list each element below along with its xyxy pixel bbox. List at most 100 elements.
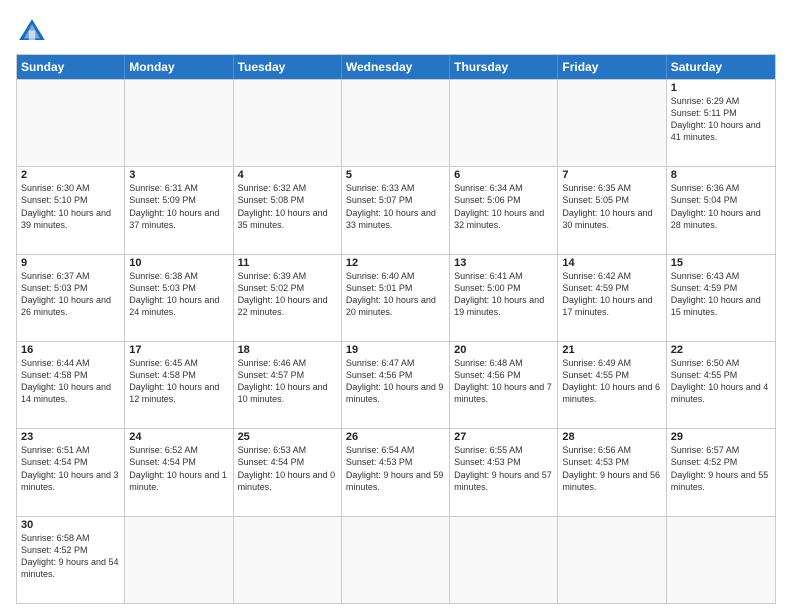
calendar-cell: 2Sunrise: 6:30 AMSunset: 5:10 PMDaylight…	[17, 167, 125, 253]
day-number: 1	[671, 82, 771, 94]
day-info: Sunrise: 6:45 AMSunset: 4:58 PMDaylight:…	[129, 357, 228, 406]
day-info: Sunrise: 6:41 AMSunset: 5:00 PMDaylight:…	[454, 270, 553, 319]
logo	[16, 16, 52, 48]
day-info: Sunrise: 6:49 AMSunset: 4:55 PMDaylight:…	[562, 357, 661, 406]
calendar-cell: 30Sunrise: 6:58 AMSunset: 4:52 PMDayligh…	[17, 517, 125, 603]
day-info: Sunrise: 6:40 AMSunset: 5:01 PMDaylight:…	[346, 270, 445, 319]
calendar-cell	[342, 517, 450, 603]
day-number: 27	[454, 431, 553, 443]
weekday-header: Friday	[558, 55, 666, 79]
calendar-row: 30Sunrise: 6:58 AMSunset: 4:52 PMDayligh…	[17, 516, 775, 603]
calendar-cell: 8Sunrise: 6:36 AMSunset: 5:04 PMDaylight…	[667, 167, 775, 253]
calendar-cell	[558, 80, 666, 166]
day-info: Sunrise: 6:43 AMSunset: 4:59 PMDaylight:…	[671, 270, 771, 319]
day-number: 26	[346, 431, 445, 443]
calendar-cell	[558, 517, 666, 603]
page: SundayMondayTuesdayWednesdayThursdayFrid…	[0, 0, 792, 612]
calendar-cell: 15Sunrise: 6:43 AMSunset: 4:59 PMDayligh…	[667, 255, 775, 341]
day-info: Sunrise: 6:31 AMSunset: 5:09 PMDaylight:…	[129, 182, 228, 231]
day-info: Sunrise: 6:56 AMSunset: 4:53 PMDaylight:…	[562, 444, 661, 493]
calendar-cell: 25Sunrise: 6:53 AMSunset: 4:54 PMDayligh…	[234, 429, 342, 515]
calendar-row: 23Sunrise: 6:51 AMSunset: 4:54 PMDayligh…	[17, 428, 775, 515]
calendar-cell: 26Sunrise: 6:54 AMSunset: 4:53 PMDayligh…	[342, 429, 450, 515]
day-number: 23	[21, 431, 120, 443]
day-info: Sunrise: 6:54 AMSunset: 4:53 PMDaylight:…	[346, 444, 445, 493]
day-info: Sunrise: 6:51 AMSunset: 4:54 PMDaylight:…	[21, 444, 120, 493]
calendar-cell	[342, 80, 450, 166]
day-number: 22	[671, 344, 771, 356]
day-number: 12	[346, 257, 445, 269]
calendar-cell: 22Sunrise: 6:50 AMSunset: 4:55 PMDayligh…	[667, 342, 775, 428]
day-info: Sunrise: 6:48 AMSunset: 4:56 PMDaylight:…	[454, 357, 553, 406]
calendar-cell: 10Sunrise: 6:38 AMSunset: 5:03 PMDayligh…	[125, 255, 233, 341]
day-info: Sunrise: 6:55 AMSunset: 4:53 PMDaylight:…	[454, 444, 553, 493]
weekday-header: Tuesday	[234, 55, 342, 79]
day-info: Sunrise: 6:44 AMSunset: 4:58 PMDaylight:…	[21, 357, 120, 406]
day-number: 14	[562, 257, 661, 269]
day-info: Sunrise: 6:34 AMSunset: 5:06 PMDaylight:…	[454, 182, 553, 231]
day-number: 8	[671, 169, 771, 181]
calendar-cell: 23Sunrise: 6:51 AMSunset: 4:54 PMDayligh…	[17, 429, 125, 515]
calendar-cell: 21Sunrise: 6:49 AMSunset: 4:55 PMDayligh…	[558, 342, 666, 428]
day-number: 13	[454, 257, 553, 269]
calendar-cell	[17, 80, 125, 166]
day-info: Sunrise: 6:39 AMSunset: 5:02 PMDaylight:…	[238, 270, 337, 319]
day-number: 21	[562, 344, 661, 356]
calendar-cell: 9Sunrise: 6:37 AMSunset: 5:03 PMDaylight…	[17, 255, 125, 341]
day-info: Sunrise: 6:30 AMSunset: 5:10 PMDaylight:…	[21, 182, 120, 231]
weekday-header: Thursday	[450, 55, 558, 79]
day-info: Sunrise: 6:33 AMSunset: 5:07 PMDaylight:…	[346, 182, 445, 231]
day-info: Sunrise: 6:37 AMSunset: 5:03 PMDaylight:…	[21, 270, 120, 319]
calendar-cell	[450, 80, 558, 166]
calendar-cell: 20Sunrise: 6:48 AMSunset: 4:56 PMDayligh…	[450, 342, 558, 428]
calendar-cell: 28Sunrise: 6:56 AMSunset: 4:53 PMDayligh…	[558, 429, 666, 515]
day-info: Sunrise: 6:36 AMSunset: 5:04 PMDaylight:…	[671, 182, 771, 231]
day-info: Sunrise: 6:53 AMSunset: 4:54 PMDaylight:…	[238, 444, 337, 493]
day-info: Sunrise: 6:52 AMSunset: 4:54 PMDaylight:…	[129, 444, 228, 493]
weekday-header: Monday	[125, 55, 233, 79]
calendar-cell: 18Sunrise: 6:46 AMSunset: 4:57 PMDayligh…	[234, 342, 342, 428]
logo-icon	[16, 16, 48, 48]
day-number: 28	[562, 431, 661, 443]
calendar-row: 1Sunrise: 6:29 AMSunset: 5:11 PMDaylight…	[17, 79, 775, 166]
day-number: 18	[238, 344, 337, 356]
day-info: Sunrise: 6:46 AMSunset: 4:57 PMDaylight:…	[238, 357, 337, 406]
calendar-cell	[450, 517, 558, 603]
day-number: 5	[346, 169, 445, 181]
day-info: Sunrise: 6:29 AMSunset: 5:11 PMDaylight:…	[671, 95, 771, 144]
day-info: Sunrise: 6:35 AMSunset: 5:05 PMDaylight:…	[562, 182, 661, 231]
day-info: Sunrise: 6:47 AMSunset: 4:56 PMDaylight:…	[346, 357, 445, 406]
calendar-cell: 4Sunrise: 6:32 AMSunset: 5:08 PMDaylight…	[234, 167, 342, 253]
calendar-row: 2Sunrise: 6:30 AMSunset: 5:10 PMDaylight…	[17, 166, 775, 253]
calendar-cell	[125, 517, 233, 603]
day-info: Sunrise: 6:42 AMSunset: 4:59 PMDaylight:…	[562, 270, 661, 319]
header	[16, 16, 776, 48]
calendar-row: 9Sunrise: 6:37 AMSunset: 5:03 PMDaylight…	[17, 254, 775, 341]
day-number: 20	[454, 344, 553, 356]
day-info: Sunrise: 6:57 AMSunset: 4:52 PMDaylight:…	[671, 444, 771, 493]
calendar-cell: 6Sunrise: 6:34 AMSunset: 5:06 PMDaylight…	[450, 167, 558, 253]
day-number: 19	[346, 344, 445, 356]
day-number: 16	[21, 344, 120, 356]
day-number: 3	[129, 169, 228, 181]
calendar-cell: 13Sunrise: 6:41 AMSunset: 5:00 PMDayligh…	[450, 255, 558, 341]
calendar-cell: 24Sunrise: 6:52 AMSunset: 4:54 PMDayligh…	[125, 429, 233, 515]
calendar-body: 1Sunrise: 6:29 AMSunset: 5:11 PMDaylight…	[17, 79, 775, 603]
day-number: 15	[671, 257, 771, 269]
day-number: 17	[129, 344, 228, 356]
day-number: 24	[129, 431, 228, 443]
day-number: 29	[671, 431, 771, 443]
calendar-cell: 19Sunrise: 6:47 AMSunset: 4:56 PMDayligh…	[342, 342, 450, 428]
calendar-row: 16Sunrise: 6:44 AMSunset: 4:58 PMDayligh…	[17, 341, 775, 428]
day-number: 7	[562, 169, 661, 181]
calendar-cell: 11Sunrise: 6:39 AMSunset: 5:02 PMDayligh…	[234, 255, 342, 341]
day-info: Sunrise: 6:58 AMSunset: 4:52 PMDaylight:…	[21, 532, 120, 581]
calendar-cell	[667, 517, 775, 603]
weekday-header: Wednesday	[342, 55, 450, 79]
calendar-cell	[125, 80, 233, 166]
day-info: Sunrise: 6:38 AMSunset: 5:03 PMDaylight:…	[129, 270, 228, 319]
day-number: 2	[21, 169, 120, 181]
calendar-cell: 12Sunrise: 6:40 AMSunset: 5:01 PMDayligh…	[342, 255, 450, 341]
calendar-cell: 29Sunrise: 6:57 AMSunset: 4:52 PMDayligh…	[667, 429, 775, 515]
calendar-cell: 14Sunrise: 6:42 AMSunset: 4:59 PMDayligh…	[558, 255, 666, 341]
